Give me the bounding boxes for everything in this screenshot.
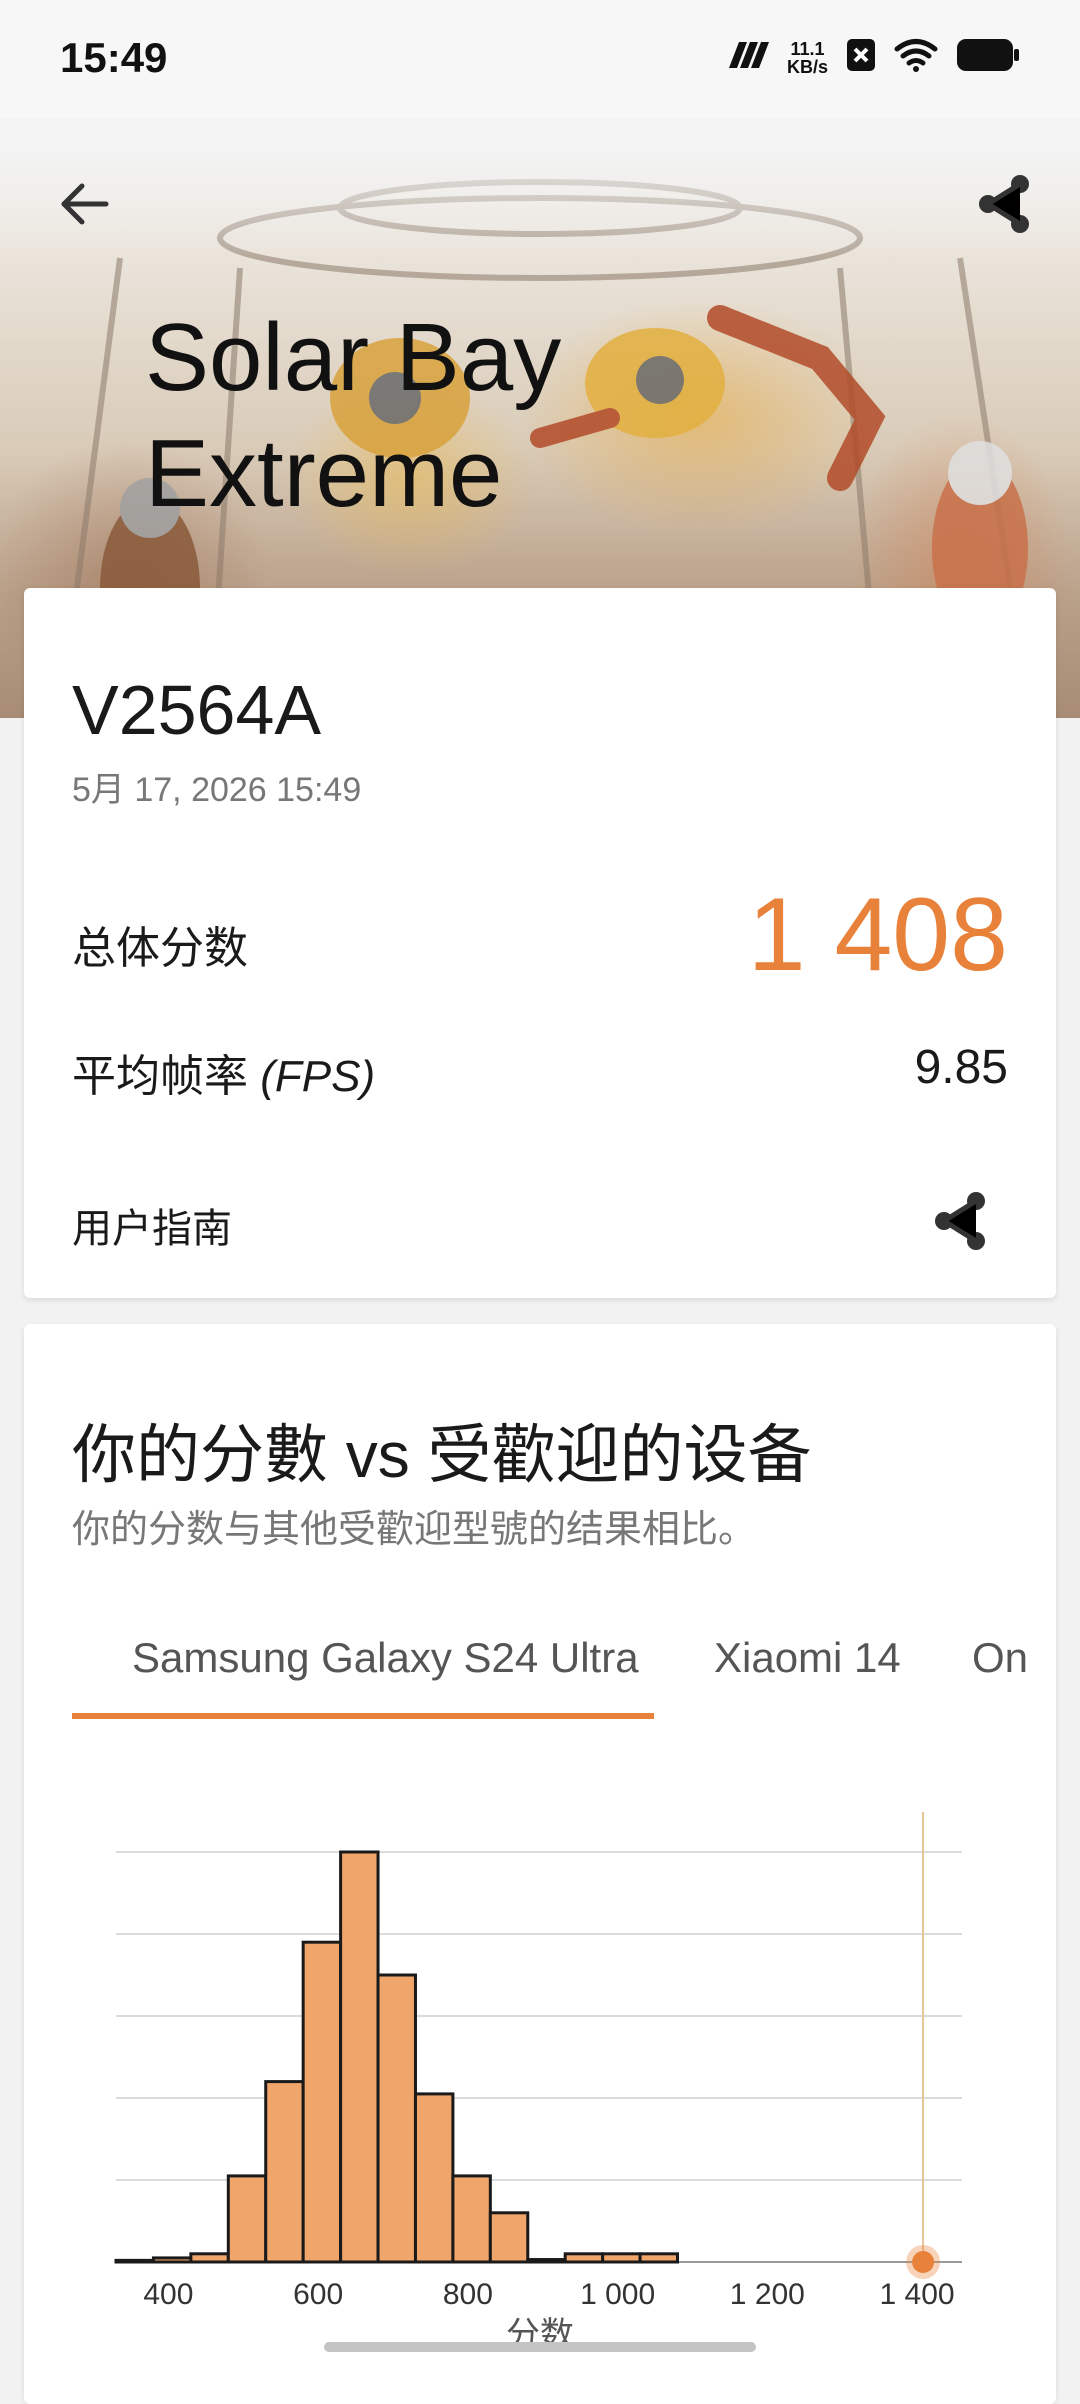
- home-indicator[interactable]: [324, 2342, 756, 2352]
- fps-label: 平均帧率 (FPS): [72, 1040, 375, 1104]
- overall-score-value: 1 408: [747, 877, 1008, 993]
- comparison-card: 你的分數 vs 受歡迎的设备 你的分数与其他受歡迎型號的结果相比。 Samsun…: [24, 1324, 1056, 2404]
- tab-xiaomi-14[interactable]: Xiaomi 14: [714, 1634, 901, 1682]
- tab-samsung-galaxy-s24-ultra[interactable]: Samsung Galaxy S24 Ultra: [132, 1634, 639, 1682]
- network-speed: 11.1 KB/s: [787, 40, 828, 76]
- tab-on[interactable]: On: [972, 1634, 1028, 1682]
- user-guide-link[interactable]: 用户指南: [72, 1196, 232, 1254]
- overall-score-label: 总体分数: [72, 924, 248, 973]
- battery-icon: [956, 38, 1020, 77]
- comparison-title: 你的分數 vs 受歡迎的设备: [72, 1419, 812, 1491]
- signal-icon: [727, 40, 769, 75]
- hero-fade: [0, 118, 1080, 258]
- device-name: V2564A: [72, 671, 322, 749]
- device-tabs: Samsung Galaxy S24 Ultra Xiaomi 14 On: [72, 1634, 1056, 1698]
- fps-value: 9.85: [914, 1041, 1008, 1094]
- status-icons: 11.1 KB/s: [727, 38, 1020, 77]
- network-speed-unit: KB/s: [786, 56, 828, 77]
- notification-x-icon: [846, 38, 876, 77]
- result-share-button[interactable]: [932, 1190, 988, 1257]
- result-card: V2564A 5月 17, 2026 15:49 总体分数 1 408 平均帧率…: [24, 588, 1056, 1298]
- test-timestamp: 5月 17, 2026 15:49: [72, 771, 362, 809]
- page-title-line1: Solar Bay: [145, 304, 562, 411]
- page-title-line2: Extreme: [145, 420, 503, 527]
- fps-label-cn: 平均帧率: [72, 1052, 248, 1101]
- active-tab-indicator: [72, 1713, 654, 1719]
- back-arrow-icon: [58, 180, 110, 233]
- status-bar: 15:49 11.1 KB/s: [0, 0, 1080, 118]
- wifi-icon: [894, 38, 938, 77]
- fps-label-en: (FPS): [260, 1052, 376, 1101]
- comparison-subtitle: 你的分数与其他受歡迎型號的结果相比。: [72, 1509, 757, 1551]
- share-icon: [932, 1192, 988, 1256]
- back-button[interactable]: [48, 170, 120, 242]
- header-share-button[interactable]: [968, 170, 1040, 242]
- network-speed-value: 11.1: [790, 38, 825, 59]
- share-icon: [976, 173, 1032, 240]
- status-time: 15:49: [60, 34, 168, 81]
- page-title: Solar Bay Extreme: [145, 300, 561, 532]
